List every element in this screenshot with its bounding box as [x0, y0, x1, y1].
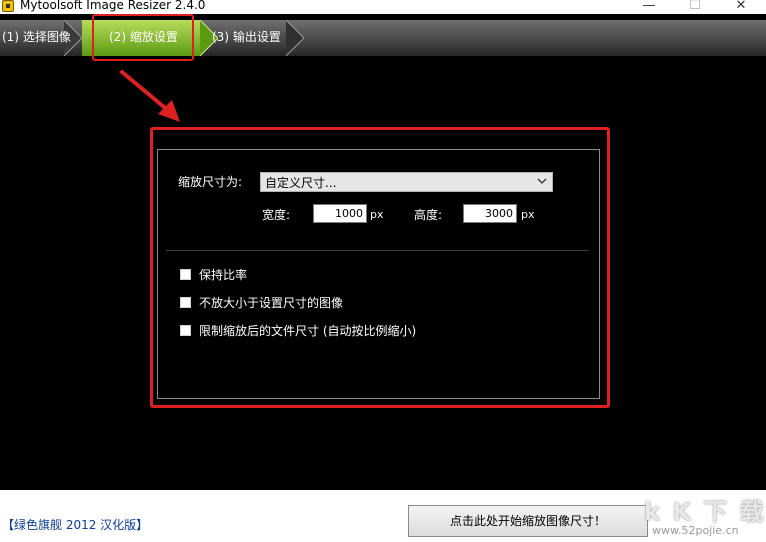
width-label: 宽度: — [262, 208, 291, 222]
maximize-button[interactable]: ☐ — [672, 0, 718, 14]
width-unit: px — [370, 208, 384, 221]
tab-separator-icon — [286, 20, 304, 56]
limit-filesize-label: 限制缩放后的文件尺寸 (自动按比例缩小) — [199, 324, 417, 338]
resize-settings-panel: 缩放尺寸为: 自定义尺寸... 宽度: 1000 px 高度: 3000 px … — [157, 149, 600, 399]
annotation-arrow-icon — [120, 70, 180, 122]
no-enlarge-checkbox[interactable] — [180, 297, 191, 308]
close-button[interactable]: ✕ — [718, 0, 764, 14]
scale-size-value: 自定义尺寸... — [265, 176, 337, 190]
title-bar: Mytoolsoft Image Resizer 2.4.0 — ☐ ✕ — [0, 0, 766, 14]
chevron-down-icon — [537, 178, 547, 184]
tab-output-settings[interactable]: (3) 输出设置 — [212, 30, 281, 44]
scale-size-select[interactable]: 自定义尺寸... — [260, 172, 553, 192]
tab-select-images[interactable]: (1) 选择图像 — [2, 30, 71, 44]
scale-size-label: 缩放尺寸为: — [178, 175, 243, 189]
height-input[interactable]: 3000 — [463, 204, 517, 223]
edition-link[interactable]: 【绿色旗舰 2012 汉化版】 — [2, 518, 148, 532]
annotation-box-tab — [92, 14, 194, 61]
start-resize-button[interactable]: 点击此处开始缩放图像尺寸！ — [408, 505, 648, 537]
width-input[interactable]: 1000 — [313, 204, 367, 223]
watermark-logo: k K 下 载 www.52pojie.cn — [636, 490, 764, 540]
minimize-button[interactable]: — — [626, 0, 672, 14]
height-unit: px — [521, 208, 535, 221]
window-title: Mytoolsoft Image Resizer 2.4.0 — [20, 0, 206, 12]
watermark-title: k K 下 载 — [644, 498, 766, 526]
limit-filesize-checkbox[interactable] — [180, 325, 191, 336]
keep-ratio-label: 保持比率 — [199, 268, 248, 282]
no-enlarge-label: 不放大小于设置尺寸的图像 — [199, 296, 344, 310]
watermark-url: www.52pojie.cn — [652, 524, 739, 537]
panel-divider — [166, 250, 589, 251]
height-label: 高度: — [414, 208, 443, 222]
keep-ratio-checkbox[interactable] — [180, 269, 191, 280]
app-icon — [2, 0, 14, 12]
